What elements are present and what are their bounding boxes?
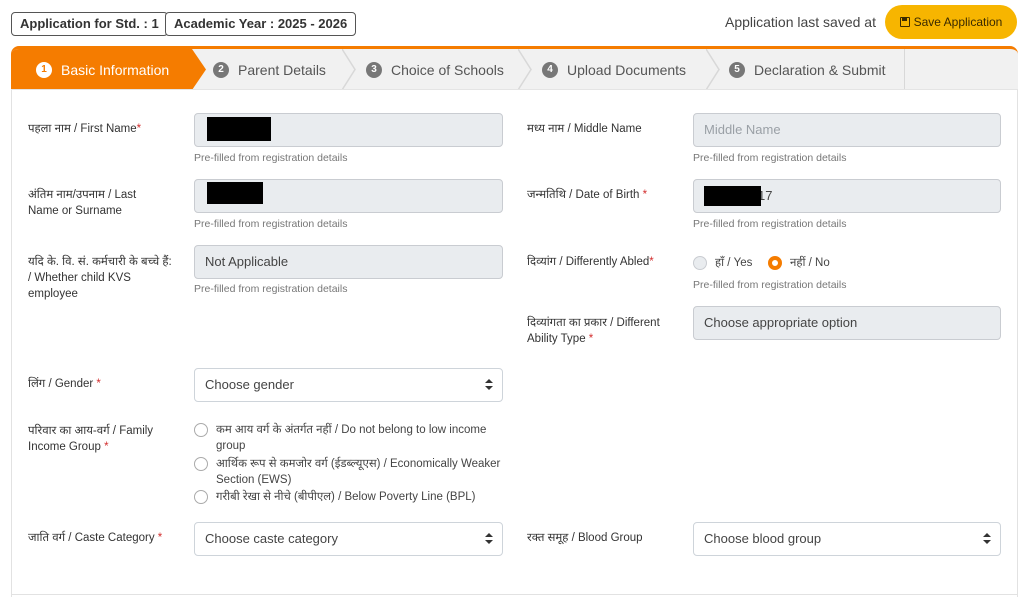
tab-upload-documents[interactable]: 4 Upload Documents: [542, 49, 687, 89]
year-value: 2025 - 2026: [277, 16, 348, 31]
income-option-label: गरीबी रेखा से नीचे (बीपीएल) / Below Pove…: [216, 491, 476, 503]
dob-label: जन्मतिथि / Date of Birth *: [527, 189, 648, 201]
select-arrows-icon: [485, 533, 493, 545]
dob-help: Pre-filled from registration details: [693, 218, 847, 230]
radio-no-label: नहीं / No: [790, 257, 830, 269]
tab-label: Upload Documents: [567, 61, 687, 78]
save-application-button[interactable]: Save Application: [885, 5, 1017, 39]
academic-year-chip: Academic Year : 2025 - 2026: [165, 12, 357, 36]
income-option-ews[interactable]: आर्थिक रूप से कमजोर वर्ग (ईडब्ल्यूएस) / …: [194, 456, 504, 488]
radio-yes[interactable]: [693, 256, 707, 270]
first-name-help: Pre-filled from registration details: [194, 152, 348, 164]
tab-label: Choice of Schools: [391, 61, 504, 78]
step-number: 2: [213, 61, 229, 78]
income-option-label: आर्थिक रूप से कमजोर वर्ग (ईडब्ल्यूएस) / …: [216, 458, 501, 486]
differently-abled-help: Pre-filled from registration details: [693, 279, 847, 291]
kvs-employee-value: Not Applicable: [205, 254, 289, 269]
income-group-label: परिवार का आय-वर्ग / Family Income Group …: [28, 425, 154, 453]
radio-bpl[interactable]: [194, 490, 208, 504]
middle-name-field: Middle Name: [693, 113, 1001, 147]
income-option-not-low[interactable]: कम आय वर्ग के अंतर्गत नहीं / Do not belo…: [194, 422, 504, 454]
blood-group-select[interactable]: Choose blood group: [693, 522, 1001, 556]
gender-select[interactable]: Choose gender: [194, 368, 503, 402]
middle-name-label: मध्य नाम / Middle Name: [527, 123, 642, 135]
kvs-employee-label: यदि के. वि. सं. कर्मचारी के बच्चे हैं: /…: [28, 256, 172, 300]
caste-category-select[interactable]: Choose caste category: [194, 522, 503, 556]
std-chip: Application for Std. : 1: [11, 12, 168, 36]
tab-basic-information[interactable]: 1 Basic Information: [11, 49, 192, 89]
ability-type-value: Choose appropriate option: [704, 315, 858, 330]
chevron-divider: [518, 49, 532, 89]
last-name-label: अंतिम नाम/उपनाम / Last Name or Surname: [28, 189, 137, 217]
differently-abled-yes[interactable]: हाँ / Yes: [693, 255, 752, 271]
differently-abled-label: दिव्यांग / Differently Abled*: [527, 256, 654, 268]
gender-label: लिंग / Gender *: [28, 378, 101, 390]
tab-choice-of-schools[interactable]: 3 Choice of Schools: [366, 49, 504, 89]
chevron-divider: [192, 49, 206, 89]
gender-value: Choose gender: [205, 377, 294, 392]
step-number: 4: [542, 61, 558, 78]
first-name-label: पहला नाम / First Name*: [28, 123, 142, 135]
card-bottom-divider: [11, 594, 1018, 595]
caste-category-label: जाति वर्ग / Caste Category *: [28, 532, 163, 544]
caste-category-value: Choose caste category: [205, 531, 338, 546]
tab-label: Parent Details: [238, 61, 326, 78]
year-label: Academic Year :: [174, 16, 278, 31]
step-number: 3: [366, 61, 382, 78]
tab-declaration-submit[interactable]: 5 Declaration & Submit: [729, 49, 886, 89]
chevron-divider: [342, 49, 356, 89]
redacted-dob: [704, 186, 761, 206]
middle-name-placeholder: Middle Name: [704, 122, 781, 137]
select-arrows-icon: [983, 533, 991, 545]
redacted-first-name: [207, 117, 271, 141]
std-label: Application for Std. :: [20, 16, 152, 31]
middle-name-help: Pre-filled from registration details: [693, 152, 847, 164]
tab-label: Basic Information: [61, 61, 170, 78]
redacted-last-name: [207, 182, 263, 204]
radio-not-low-income[interactable]: [194, 423, 208, 437]
step-number: 5: [729, 61, 745, 78]
radio-yes-label: हाँ / Yes: [715, 257, 753, 269]
save-application-label: Save Application: [913, 15, 1003, 29]
radio-no[interactable]: [768, 256, 782, 270]
tab-label: Declaration & Submit: [754, 61, 886, 78]
radio-ews[interactable]: [194, 457, 208, 471]
blood-group-value: Choose blood group: [704, 531, 822, 546]
std-value: 1: [151, 16, 159, 31]
tab-end-divider: [904, 49, 905, 89]
kvs-employee-field: Not Applicable: [194, 245, 503, 279]
step-number: 1: [36, 61, 52, 78]
blood-group-label: रक्त समूह / Blood Group: [527, 532, 643, 544]
select-arrows-icon: [485, 379, 493, 391]
ability-type-field: Choose appropriate option: [693, 306, 1001, 340]
income-option-bpl[interactable]: गरीबी रेखा से नीचे (बीपीएल) / Below Pove…: [194, 489, 504, 505]
floppy-disk-icon: [899, 17, 910, 27]
wizard-tabs: 1 Basic Information 2 Parent Details 3 C…: [11, 46, 1018, 90]
tab-parent-details[interactable]: 2 Parent Details: [213, 49, 326, 89]
chevron-divider: [706, 49, 720, 89]
last-saved-text: Application last saved at: [725, 14, 876, 30]
ability-type-label: दिव्यांगता का प्रकार / Different Ability…: [527, 317, 660, 345]
differently-abled-no[interactable]: नहीं / No: [768, 255, 830, 271]
kvs-employee-help: Pre-filled from registration details: [194, 283, 348, 295]
income-option-label: कम आय वर्ग के अंतर्गत नहीं / Do not belo…: [216, 424, 487, 452]
last-name-help: Pre-filled from registration details: [194, 218, 348, 230]
